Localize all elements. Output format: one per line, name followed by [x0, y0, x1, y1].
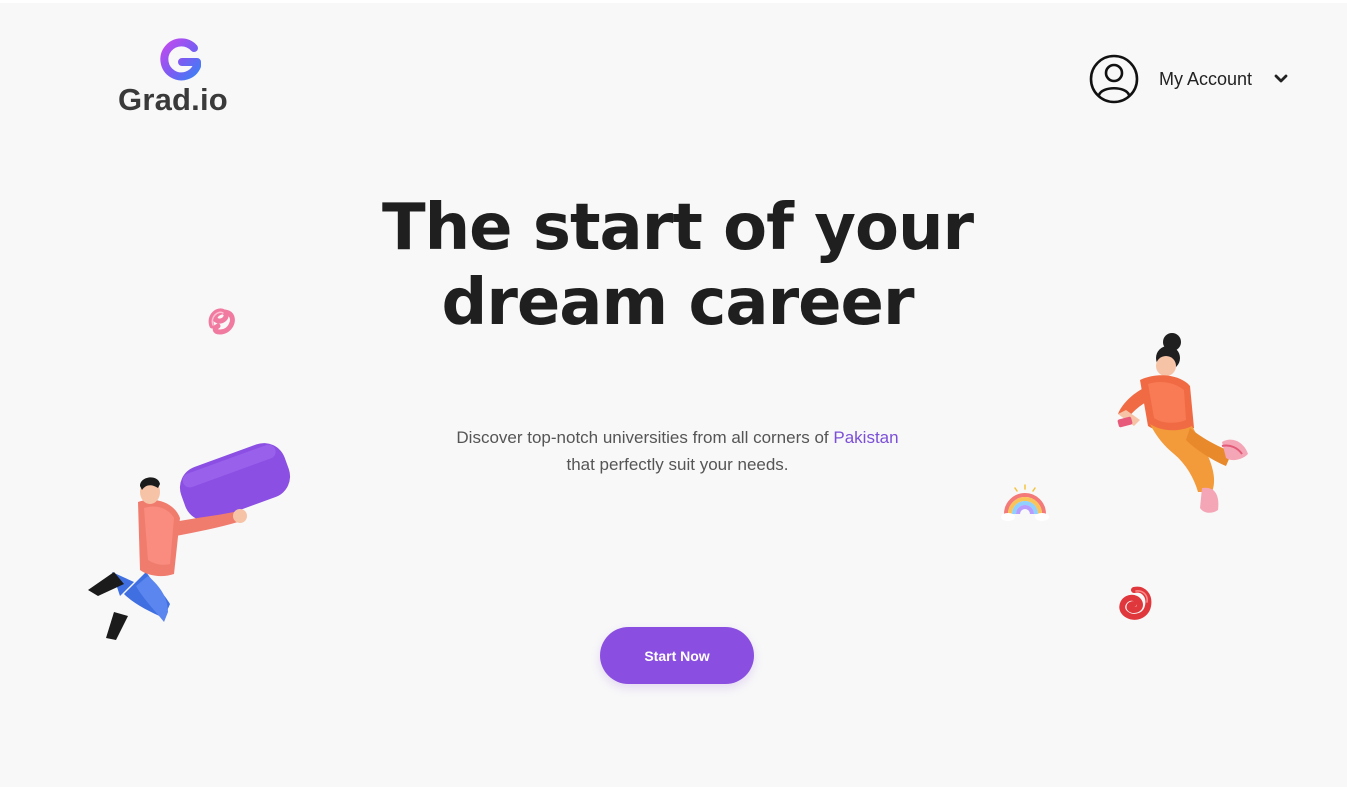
start-now-button[interactable]: Start Now — [600, 627, 754, 684]
man-holding-block-illustration — [88, 443, 291, 640]
hero-subtext-part1: Discover top-notch universities from all… — [456, 428, 834, 447]
account-menu[interactable]: My Account — [1089, 53, 1309, 105]
chevron-down-icon[interactable] — [1274, 74, 1288, 84]
hero-headline-line2: dream career — [441, 266, 915, 340]
brand-name: Grad.io — [118, 82, 228, 117]
logo-g-icon — [160, 38, 201, 81]
top-strip — [0, 0, 1347, 3]
brand-logo[interactable]: Grad.io — [116, 36, 246, 120]
account-label: My Account — [1159, 68, 1253, 89]
woman-floating-illustration — [1117, 333, 1248, 513]
landing-page: Grad.io My Account The start of your dre… — [0, 0, 1347, 787]
hero-headline: The start of your dream career — [0, 191, 1347, 341]
country-highlight: Pakistan — [833, 428, 899, 447]
rainbow-icon — [1001, 484, 1049, 521]
pink-swirl-icon — [208, 308, 235, 335]
user-circle-icon — [1089, 54, 1139, 104]
hero-headline-line1: The start of your — [381, 191, 974, 265]
red-swirl-icon — [1119, 586, 1152, 620]
